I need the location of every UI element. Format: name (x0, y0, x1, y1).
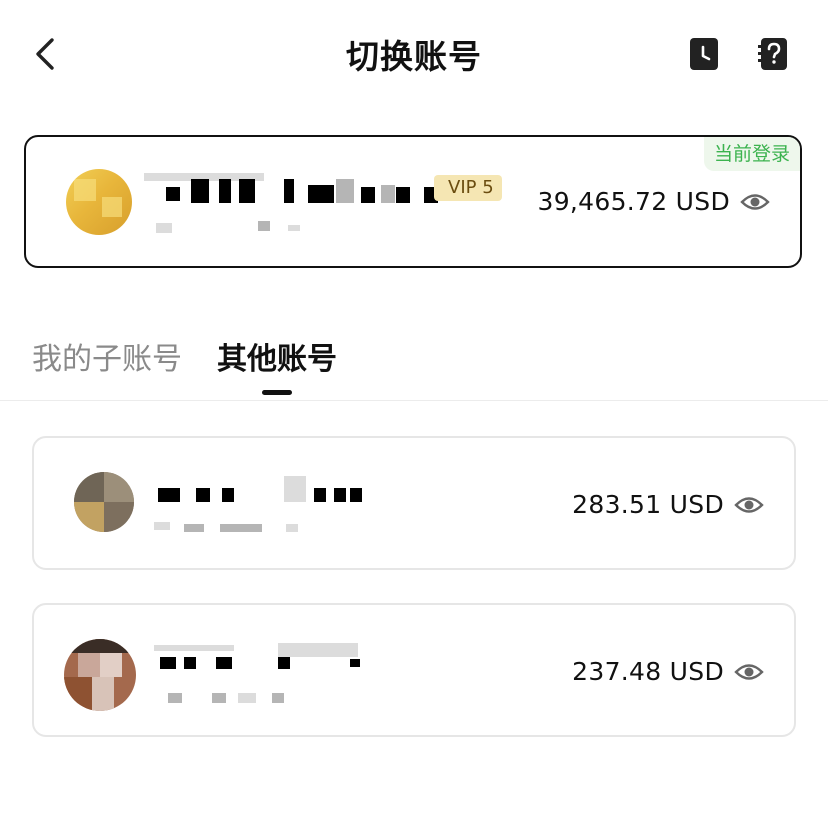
account-card[interactable]: 283.51 USD (32, 436, 796, 570)
account-balance: 39,465.72 USD (537, 187, 730, 216)
active-tab-indicator (262, 390, 292, 395)
eye-icon (740, 193, 770, 210)
account-balance: 283.51 USD (572, 490, 724, 519)
account-balance: 237.48 USD (572, 657, 724, 686)
account-card[interactable]: 237.48 USD (32, 603, 796, 737)
vip-badge: VIP 5 (434, 175, 502, 201)
avatar (66, 169, 132, 235)
help-question-icon (758, 38, 787, 70)
history-clock-icon (690, 38, 718, 70)
top-bar: 切换账号 (0, 0, 828, 110)
eye-icon (734, 496, 764, 513)
account-tabs: 我的子账号 其他账号 (0, 330, 828, 401)
tab-other-accounts[interactable]: 其他账号 (217, 334, 337, 378)
toggle-balance-visibility-button[interactable] (740, 192, 770, 212)
current-login-badge: 当前登录 (703, 137, 800, 171)
current-account-card[interactable]: 当前登录 VIP 5 39,465.72 USD (24, 135, 802, 268)
toggle-balance-visibility-button[interactable] (734, 662, 764, 682)
history-button[interactable] (688, 36, 720, 72)
tab-sub-accounts[interactable]: 我的子账号 (32, 334, 182, 378)
avatar (74, 472, 134, 532)
help-button[interactable] (758, 36, 790, 72)
avatar (64, 639, 136, 711)
eye-icon (734, 663, 764, 680)
toggle-balance-visibility-button[interactable] (734, 495, 764, 515)
